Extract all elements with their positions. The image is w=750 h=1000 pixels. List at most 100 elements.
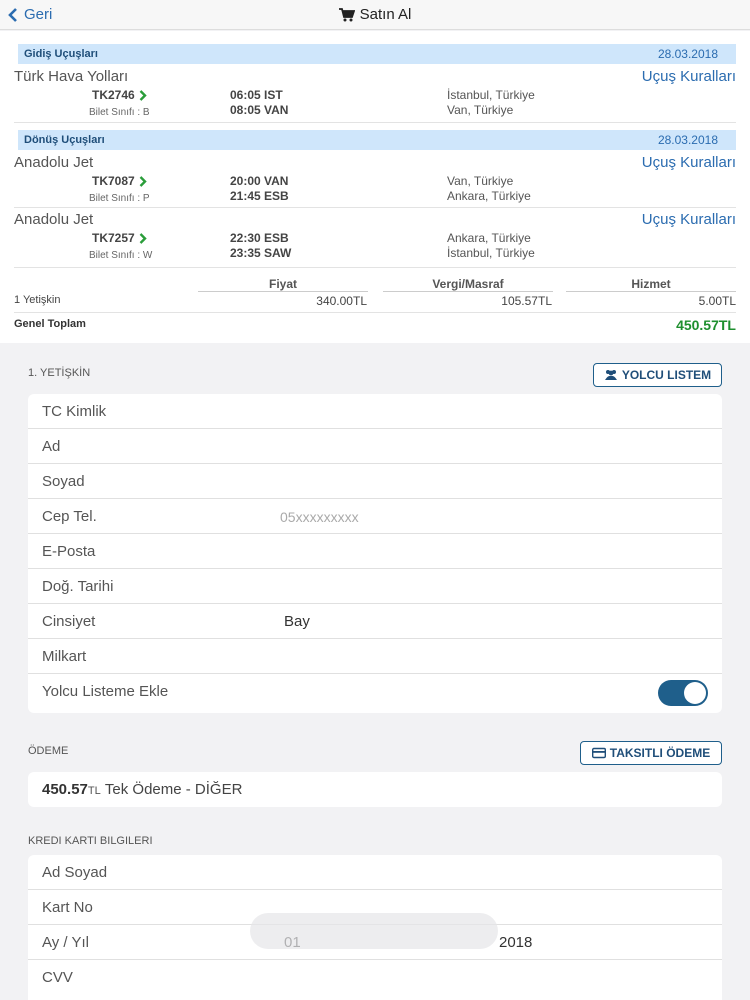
chevron-right-icon <box>139 175 147 187</box>
field-label: CVV <box>42 969 73 986</box>
ticket-class: Bilet Sınıfı : W <box>89 250 153 261</box>
credit-card-icon <box>591 747 606 759</box>
fare-value: 340.00TL <box>316 294 367 308</box>
divider <box>14 207 736 208</box>
cart-icon <box>338 7 355 21</box>
toast-overlay <box>250 913 498 949</box>
chevron-right-icon <box>139 89 147 101</box>
departure-location: Ankara, Türkiye <box>447 231 531 245</box>
divider <box>14 122 736 123</box>
milcard-field[interactable]: Milkart <box>28 639 722 674</box>
ticket-class: Bilet Sınıfı : P <box>89 193 150 204</box>
outbound-header-date: 28.03.2018 <box>657 47 718 61</box>
arrival-location: İstanbul, Türkiye <box>447 246 535 260</box>
flight-code-text: TK7257 <box>92 231 135 245</box>
flight-code[interactable]: TK7257 <box>92 231 147 245</box>
payment-section-label: ÖDEME <box>28 745 69 757</box>
tax-value: 105.57TL <box>501 294 552 308</box>
email-field[interactable]: E-Posta <box>28 534 722 569</box>
field-label: Ad <box>42 438 61 455</box>
arrival-time: 21:45 ESB <box>230 189 289 203</box>
ticket-class: Bilet Sınıfı : B <box>89 107 150 118</box>
flight-item: Anadolu Jet Uçuş Kuralları TK7257 Bilet … <box>0 211 750 266</box>
field-label: Ay / Yıl <box>42 934 89 951</box>
arrival-time: 08:05 VAN <box>230 103 289 117</box>
cvv-field[interactable]: CVV <box>28 960 722 995</box>
passenger-section-label: 1. YETİŞKİN <box>28 367 91 379</box>
passenger-form: TC Kimlik Ad Soyad Cep Tel. 05xxxxxxxxx … <box>28 394 722 713</box>
flight-item: Türk Hava Yolları Uçuş Kuralları TK2746 … <box>0 68 750 123</box>
gender-select[interactable]: Cinsiyet Bay <box>28 604 722 639</box>
card-section-label: KREDI KARTI BILGILERI <box>28 835 153 847</box>
airline-name: Anadolu Jet <box>14 211 94 228</box>
flight-code[interactable]: TK7087 <box>92 174 147 188</box>
departure-time: 22:30 ESB <box>230 231 289 245</box>
field-label: Doğ. Tarihi <box>42 578 114 595</box>
price-header-fare: Fiyat <box>268 277 297 291</box>
departure-location: İstanbul, Türkiye <box>447 88 535 102</box>
name-field[interactable]: Ad <box>28 429 722 464</box>
surname-field[interactable]: Soyad <box>28 464 722 499</box>
payment-currency: TL <box>87 785 101 797</box>
tc-id-field[interactable]: TC Kimlik <box>28 394 722 429</box>
field-label: Cep Tel. <box>42 508 97 525</box>
field-label: Soyad <box>42 473 85 490</box>
phone-field[interactable]: Cep Tel. 05xxxxxxxxx <box>28 499 722 534</box>
flight-code[interactable]: TK2746 <box>92 88 147 102</box>
passenger-count: 1 Yetişkin <box>14 294 61 306</box>
gender-value: Bay <box>284 613 310 630</box>
field-label: Cinsiyet <box>42 613 96 630</box>
passenger-list-button-label: YOLCU LISTEM <box>621 368 712 382</box>
users-icon <box>604 370 617 380</box>
price-header-tax: Vergi/Masraf <box>432 277 504 291</box>
arrival-location: Van, Türkiye <box>447 103 514 117</box>
return-header-title: Dönüş Uçuşları <box>24 134 105 146</box>
field-label: Ad Soyad <box>42 864 108 881</box>
airline-name: Anadolu Jet <box>14 154 94 171</box>
add-to-list-toggle[interactable] <box>658 680 708 706</box>
birth-date-field[interactable]: Doğ. Tarihi <box>28 569 722 604</box>
chevron-right-icon <box>139 232 147 244</box>
grand-total-label: Genel Toplam <box>14 318 86 330</box>
price-header-underline <box>383 291 553 292</box>
grand-total-value: 450.57TL <box>676 317 736 333</box>
payment-amount-value: 450.57 <box>42 781 88 798</box>
flight-rules-link[interactable]: Uçuş Kuralları <box>642 211 736 228</box>
return-header: Dönüş Uçuşları 28.03.2018 <box>18 130 736 150</box>
payment-description: Tek Ödeme - DİĞER <box>104 781 243 798</box>
field-label: Yolcu Listeme Ekle <box>42 683 169 700</box>
passenger-list-button[interactable]: YOLCU LISTEM <box>593 363 722 387</box>
flight-code-text: TK7087 <box>92 174 135 188</box>
flight-rules-link[interactable]: Uçuş Kuralları <box>642 154 736 171</box>
expiry-year[interactable]: 2018 <box>499 934 532 951</box>
flight-rules-link[interactable]: Uçuş Kuralları <box>642 68 736 85</box>
phone-placeholder: 05xxxxxxxxx <box>280 509 359 525</box>
return-header-date: 28.03.2018 <box>657 133 718 147</box>
page-title: Satın Al <box>0 6 750 23</box>
field-label: TC Kimlik <box>42 403 107 420</box>
price-header-underline <box>566 291 736 292</box>
payment-option[interactable]: 450.57TL Tek Ödeme - DİĞER <box>28 772 722 807</box>
departure-time: 20:00 VAN <box>230 174 289 188</box>
field-label: Milkart <box>42 648 87 665</box>
card-holder-field[interactable]: Ad Soyad <box>28 855 722 890</box>
flight-summary: Gidiş Uçuşları 28.03.2018 Türk Hava Yoll… <box>0 31 750 343</box>
divider <box>14 267 736 268</box>
arrival-time: 23:35 SAW <box>230 246 292 260</box>
outbound-header: Gidiş Uçuşları 28.03.2018 <box>18 44 736 64</box>
arrival-location: Ankara, Türkiye <box>447 189 531 203</box>
departure-location: Van, Türkiye <box>447 174 514 188</box>
field-label: E-Posta <box>42 543 96 560</box>
page-title-text: Satın Al <box>359 6 412 23</box>
price-header-underline <box>198 291 368 292</box>
departure-time: 06:05 IST <box>230 88 283 102</box>
airline-name: Türk Hava Yolları <box>14 68 129 85</box>
nav-bar: Geri Satın Al <box>0 0 750 30</box>
installment-button-label: TAKSITLI ÖDEME <box>609 746 711 760</box>
flight-code-text: TK2746 <box>92 88 135 102</box>
toggle-knob <box>684 682 706 704</box>
price-header-service: Hizmet <box>631 277 671 291</box>
service-value: 5.00TL <box>698 294 736 308</box>
flight-item: Anadolu Jet Uçuş Kuralları TK7087 Bilet … <box>0 154 750 209</box>
installment-payment-button[interactable]: TAKSITLI ÖDEME <box>580 741 722 765</box>
